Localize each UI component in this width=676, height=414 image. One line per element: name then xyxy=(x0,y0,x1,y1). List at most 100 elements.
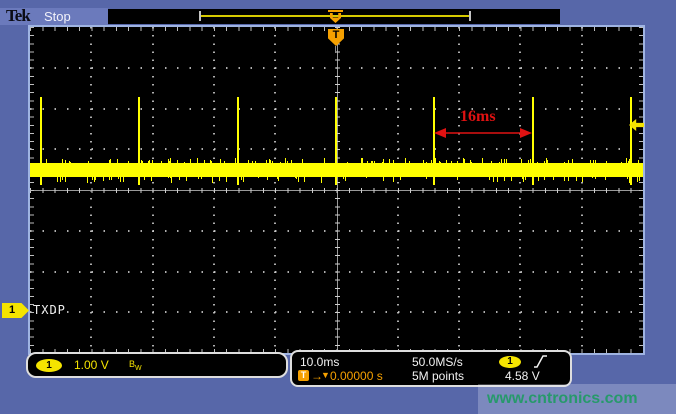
waveform-spike xyxy=(532,97,534,167)
waveform-noise xyxy=(123,177,124,182)
waveform-noise xyxy=(142,161,143,163)
waveform-noise xyxy=(537,162,538,163)
waveform-noise xyxy=(593,160,594,163)
waveform-noise xyxy=(409,161,410,163)
waveform-noise xyxy=(595,160,596,163)
waveform-noise xyxy=(198,177,199,179)
waveform-noise xyxy=(237,177,238,179)
channel1-ground-marker[interactable]: 1 xyxy=(2,303,29,318)
waveform-noise xyxy=(219,177,220,181)
waveform-noise xyxy=(152,160,153,163)
waveform-spike-under xyxy=(532,177,534,185)
waveform-noise xyxy=(491,161,492,163)
waveform-noise xyxy=(278,177,279,181)
waveform-noise xyxy=(504,177,505,181)
waveform-spike-under xyxy=(138,177,140,185)
waveform-noise xyxy=(564,162,565,163)
waveform-noise xyxy=(446,160,447,163)
waveform-noise xyxy=(46,159,47,163)
waveform-noise xyxy=(582,177,583,182)
horizontal-trigger-readout-box[interactable]: 10.0ms 50.0MS/s 1 T → ▼ 0.00000 s 5M poi… xyxy=(290,350,572,387)
interval-annotation-arrow xyxy=(434,125,532,141)
waveform-noise xyxy=(266,160,267,163)
channel1-readout-box[interactable]: 1 1.00 V BW xyxy=(26,352,288,378)
waveform-noise xyxy=(62,159,63,163)
waveform-noise xyxy=(464,159,465,163)
waveform-noise xyxy=(423,160,424,163)
waveform-noise xyxy=(226,177,227,182)
bandwidth-limit-indicator: BW xyxy=(129,359,142,372)
waveform-noise xyxy=(168,177,169,178)
waveform-noise xyxy=(170,158,171,163)
waveform-noise xyxy=(120,177,121,182)
waveform-noise xyxy=(393,160,394,163)
record-window-bracket-left xyxy=(199,11,201,21)
trigger-marker-icon: ▼ xyxy=(321,370,330,380)
waveform-noise xyxy=(211,161,212,163)
waveform-noise xyxy=(70,162,71,163)
acquisition-status: Stop xyxy=(44,9,71,24)
waveform-noise xyxy=(57,177,58,182)
waveform-noise xyxy=(631,159,632,163)
waveform-noise xyxy=(504,159,505,163)
channel1-badge: 1 xyxy=(36,359,62,372)
waveform-noise xyxy=(383,177,384,181)
waveform-noise xyxy=(568,177,569,181)
trigger-t-icon: T xyxy=(298,370,309,381)
interval-annotation-label: 16ms xyxy=(460,108,496,126)
waveform-noise xyxy=(501,159,502,163)
waveform-noise xyxy=(243,177,244,182)
waveform-noise xyxy=(366,177,367,178)
waveform-noise xyxy=(367,161,368,163)
sample-rate-readout: 50.0MS/s xyxy=(412,355,463,369)
waveform-noise xyxy=(538,177,539,181)
waveform-noise xyxy=(493,177,494,182)
waveform-noise xyxy=(530,159,531,163)
waveform-noise xyxy=(511,177,512,181)
channel1-scale: 1.00 V xyxy=(74,358,109,372)
waveform-noise xyxy=(489,177,490,180)
waveform-noise xyxy=(241,177,242,180)
waveform-noise xyxy=(148,161,149,163)
waveform-noise xyxy=(590,160,591,163)
waveform-noise xyxy=(302,159,303,163)
waveform-noise xyxy=(235,158,236,163)
waveform-noise xyxy=(621,162,622,163)
waveform-noise xyxy=(389,159,390,163)
waveform-noise xyxy=(255,161,256,163)
waveform-noise xyxy=(544,177,545,180)
waveform-noise xyxy=(405,158,406,163)
waveform-noise xyxy=(88,161,89,163)
waveform-noise xyxy=(144,177,145,180)
waveform-noise xyxy=(258,177,259,178)
waveform-noise xyxy=(291,160,292,163)
waveform-noise xyxy=(576,177,577,181)
waveform-noise xyxy=(345,177,346,181)
waveform-noise xyxy=(362,158,363,163)
waveform-noise xyxy=(568,160,569,163)
waveform-noise xyxy=(170,177,171,178)
waveform-spike-under xyxy=(335,177,337,185)
record-length-readout: 5M points xyxy=(412,369,464,383)
waveform-noise xyxy=(94,177,95,182)
waveform-noise xyxy=(347,162,348,163)
trigger-slope-rising-icon xyxy=(533,354,548,369)
waveform-noise xyxy=(506,159,507,163)
waveform-noise xyxy=(110,159,111,163)
waveform-spike xyxy=(630,97,632,167)
waveform-noise xyxy=(544,161,545,163)
waveform-noise xyxy=(336,158,337,163)
grid-element xyxy=(335,27,340,353)
trigger-position-readout: 0.00000 s xyxy=(330,369,383,383)
waveform-noise xyxy=(220,159,221,163)
channel1-label: TXDP xyxy=(33,303,66,317)
waveform-noise xyxy=(457,161,458,163)
waveform-noise xyxy=(426,177,427,179)
bandwidth-w: W xyxy=(135,365,142,372)
waveform-noise xyxy=(637,177,638,182)
waveform-noise xyxy=(92,177,93,180)
waveform-noise xyxy=(426,162,427,163)
waveform-noise xyxy=(161,161,162,163)
waveform-noise xyxy=(295,177,296,178)
waveform-noise xyxy=(87,177,88,183)
